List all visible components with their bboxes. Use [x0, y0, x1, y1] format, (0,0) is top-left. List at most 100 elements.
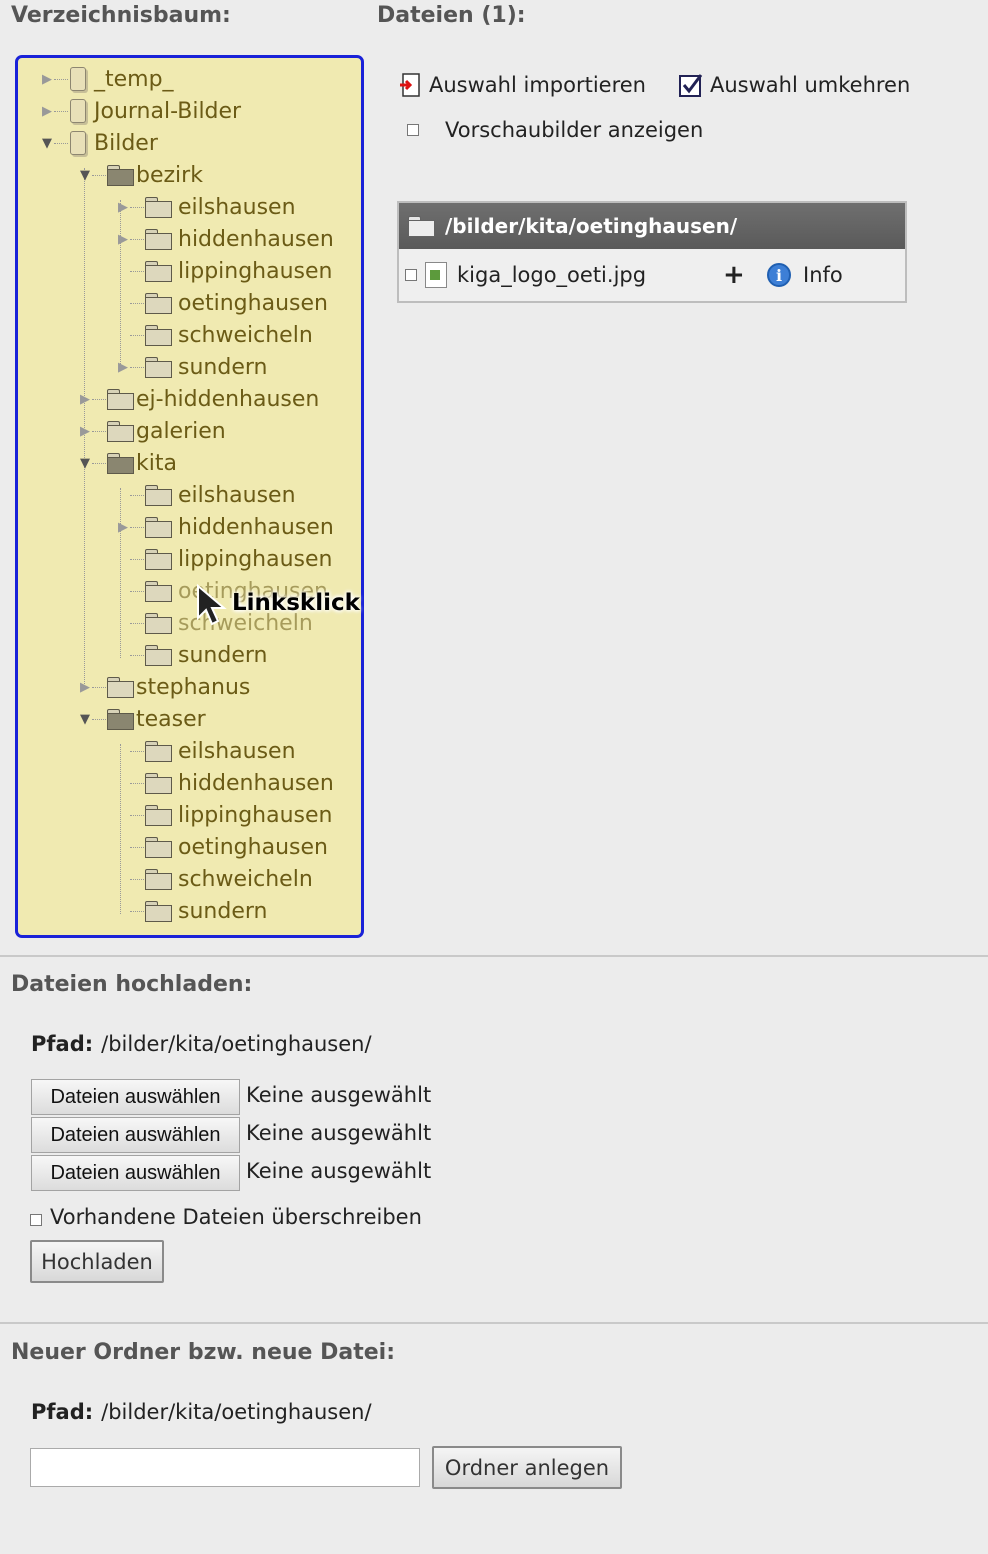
expand-arrow-icon[interactable]: ▶: [116, 520, 130, 535]
tree-node-label[interactable]: eilshausen: [178, 195, 296, 220]
tree-node-label[interactable]: oetinghausen: [178, 291, 328, 316]
tree-node-teaser-schweicheln[interactable]: schweicheln: [116, 863, 313, 895]
tree-node-bezirk-eilshausen[interactable]: ▶ eilshausen: [116, 191, 296, 223]
tree-node-bezirk-lippinghausen[interactable]: lippinghausen: [116, 255, 332, 287]
expand-arrow-icon[interactable]: ▶: [116, 232, 130, 247]
expand-arrow-icon[interactable]: ▶: [40, 72, 54, 87]
collapse-arrow-icon[interactable]: ▼: [78, 456, 92, 471]
import-selection-action[interactable]: Auswahl importieren: [399, 72, 646, 98]
folder-icon: [144, 484, 172, 506]
image-file-icon: [425, 262, 447, 288]
tree-node-label[interactable]: hiddenhausen: [178, 771, 334, 796]
expand-arrow-icon[interactable]: ▶: [78, 680, 92, 695]
files-title: Dateien (1):: [377, 3, 526, 28]
tree-node-bilder[interactable]: ▼ Bilder: [40, 127, 158, 159]
tree-node-galerien[interactable]: ▶ galerien: [78, 415, 226, 447]
invert-selection-action[interactable]: Auswahl umkehren: [678, 72, 910, 98]
expand-arrow-icon[interactable]: ▶: [116, 360, 130, 375]
tree-node-label[interactable]: sundern: [178, 355, 267, 380]
tree-node-kita-hiddenhausen[interactable]: ▶ hiddenhausen: [116, 511, 334, 543]
info-icon[interactable]: i: [767, 263, 791, 287]
root-folder-icon: [68, 130, 88, 156]
tree-node-label[interactable]: oetinghausen: [178, 835, 328, 860]
collapse-arrow-icon[interactable]: ▼: [78, 168, 92, 183]
tree-node-temp[interactable]: ▶ _temp_: [40, 63, 174, 95]
tree-connector: [130, 558, 144, 560]
tree-node-label[interactable]: schweicheln: [178, 867, 313, 892]
tree-node-bezirk-sundern[interactable]: ▶ sundern: [116, 351, 267, 383]
tree-node-teaser-lippinghausen[interactable]: lippinghausen: [116, 799, 332, 831]
tree-node-label[interactable]: eilshausen: [178, 739, 296, 764]
tree-node-label[interactable]: eilshausen: [178, 483, 296, 508]
folder-icon: [144, 868, 172, 890]
import-selection-label[interactable]: Auswahl importieren: [429, 73, 646, 97]
tree-node-label[interactable]: ej-hiddenhausen: [136, 387, 319, 412]
tree-node-kita-lippinghausen[interactable]: lippinghausen: [116, 543, 332, 575]
new-folder-name-input[interactable]: [30, 1448, 420, 1487]
tree-node-teaser-sundern[interactable]: sundern: [116, 895, 267, 927]
file-name[interactable]: kiga_logo_oeti.jpg: [457, 263, 723, 287]
overwrite-checkbox[interactable]: [30, 1214, 42, 1226]
tree-node-label[interactable]: Journal-Bilder: [94, 99, 241, 124]
show-thumbnails-option[interactable]: Vorschaubilder anzeigen: [407, 118, 703, 142]
tree-node-label[interactable]: teaser: [136, 707, 206, 732]
file-row[interactable]: kiga_logo_oeti.jpg + i Info: [399, 249, 905, 301]
tree-node-bezirk-schweicheln[interactable]: schweicheln: [116, 319, 313, 351]
tree-connector: [92, 462, 106, 464]
overwrite-option[interactable]: Vorhandene Dateien überschreiben: [30, 1205, 422, 1229]
expand-arrow-icon[interactable]: ▶: [116, 200, 130, 215]
tree-node-label[interactable]: hiddenhausen: [178, 515, 334, 540]
tree-node-teaser-eilshausen[interactable]: eilshausen: [116, 735, 296, 767]
upload-path-value: /bilder/kita/oetinghausen/: [101, 1032, 372, 1056]
tree-node-label[interactable]: sundern: [178, 899, 267, 924]
choose-files-button-3[interactable]: Dateien auswählen: [31, 1155, 240, 1191]
folder-icon: [144, 772, 172, 794]
tree-node-label[interactable]: bezirk: [136, 163, 203, 188]
tree-node-label[interactable]: kita: [136, 451, 177, 476]
folder-icon: [106, 388, 134, 410]
tree-node-kita-sundern[interactable]: sundern: [116, 639, 267, 671]
collapse-arrow-icon[interactable]: ▼: [78, 712, 92, 727]
file-info-link[interactable]: Info: [803, 263, 843, 287]
no-file-selected-3: Keine ausgewählt: [246, 1159, 432, 1183]
tree-node-label[interactable]: schweicheln: [178, 323, 313, 348]
show-thumbnails-checkbox[interactable]: [407, 124, 419, 136]
tree-node-label[interactable]: sundern: [178, 643, 267, 668]
expand-arrow-icon[interactable]: ▶: [40, 104, 54, 119]
folder-icon: [144, 836, 172, 858]
invert-selection-label[interactable]: Auswahl umkehren: [710, 73, 910, 97]
choose-files-button-1[interactable]: Dateien auswählen: [31, 1079, 240, 1115]
tree-connector: [92, 430, 106, 432]
tree-node-label[interactable]: Bilder: [94, 131, 158, 156]
folder-icon: [144, 516, 172, 538]
tree-node-label[interactable]: hiddenhausen: [178, 227, 334, 252]
tree-node-stephanus[interactable]: ▶ stephanus: [78, 671, 250, 703]
tree-node-kita-eilshausen[interactable]: eilshausen: [116, 479, 296, 511]
tree-node-teaser[interactable]: ▼ teaser: [78, 703, 206, 735]
folder-icon: [144, 292, 172, 314]
create-folder-button[interactable]: Ordner anlegen: [432, 1446, 622, 1489]
upload-button[interactable]: Hochladen: [30, 1240, 164, 1283]
tree-node-label[interactable]: _temp_: [94, 67, 174, 92]
tree-node-label[interactable]: galerien: [136, 419, 226, 444]
tree-node-journal-bilder[interactable]: ▶ Journal-Bilder: [40, 95, 241, 127]
add-file-icon[interactable]: +: [723, 260, 767, 290]
root-folder-icon: [68, 66, 88, 92]
choose-files-button-2[interactable]: Dateien auswählen: [31, 1117, 240, 1153]
tree-node-bezirk[interactable]: ▼ bezirk: [78, 159, 203, 191]
tree-node-teaser-hiddenhausen[interactable]: hiddenhausen: [116, 767, 334, 799]
folder-icon: [106, 420, 134, 442]
file-select-checkbox[interactable]: [405, 269, 417, 281]
tree-node-label[interactable]: lippinghausen: [178, 547, 332, 572]
expand-arrow-icon[interactable]: ▶: [78, 424, 92, 439]
tree-node-bezirk-oetinghausen[interactable]: oetinghausen: [116, 287, 328, 319]
collapse-arrow-icon[interactable]: ▼: [40, 136, 54, 151]
tree-node-label[interactable]: stephanus: [136, 675, 250, 700]
tree-node-label[interactable]: lippinghausen: [178, 259, 332, 284]
tree-node-kita[interactable]: ▼ kita: [78, 447, 177, 479]
expand-arrow-icon[interactable]: ▶: [78, 392, 92, 407]
tree-node-label[interactable]: lippinghausen: [178, 803, 332, 828]
tree-node-teaser-oetinghausen[interactable]: oetinghausen: [116, 831, 328, 863]
tree-node-bezirk-hiddenhausen[interactable]: ▶ hiddenhausen: [116, 223, 334, 255]
tree-node-ej-hiddenhausen[interactable]: ▶ ej-hiddenhausen: [78, 383, 319, 415]
